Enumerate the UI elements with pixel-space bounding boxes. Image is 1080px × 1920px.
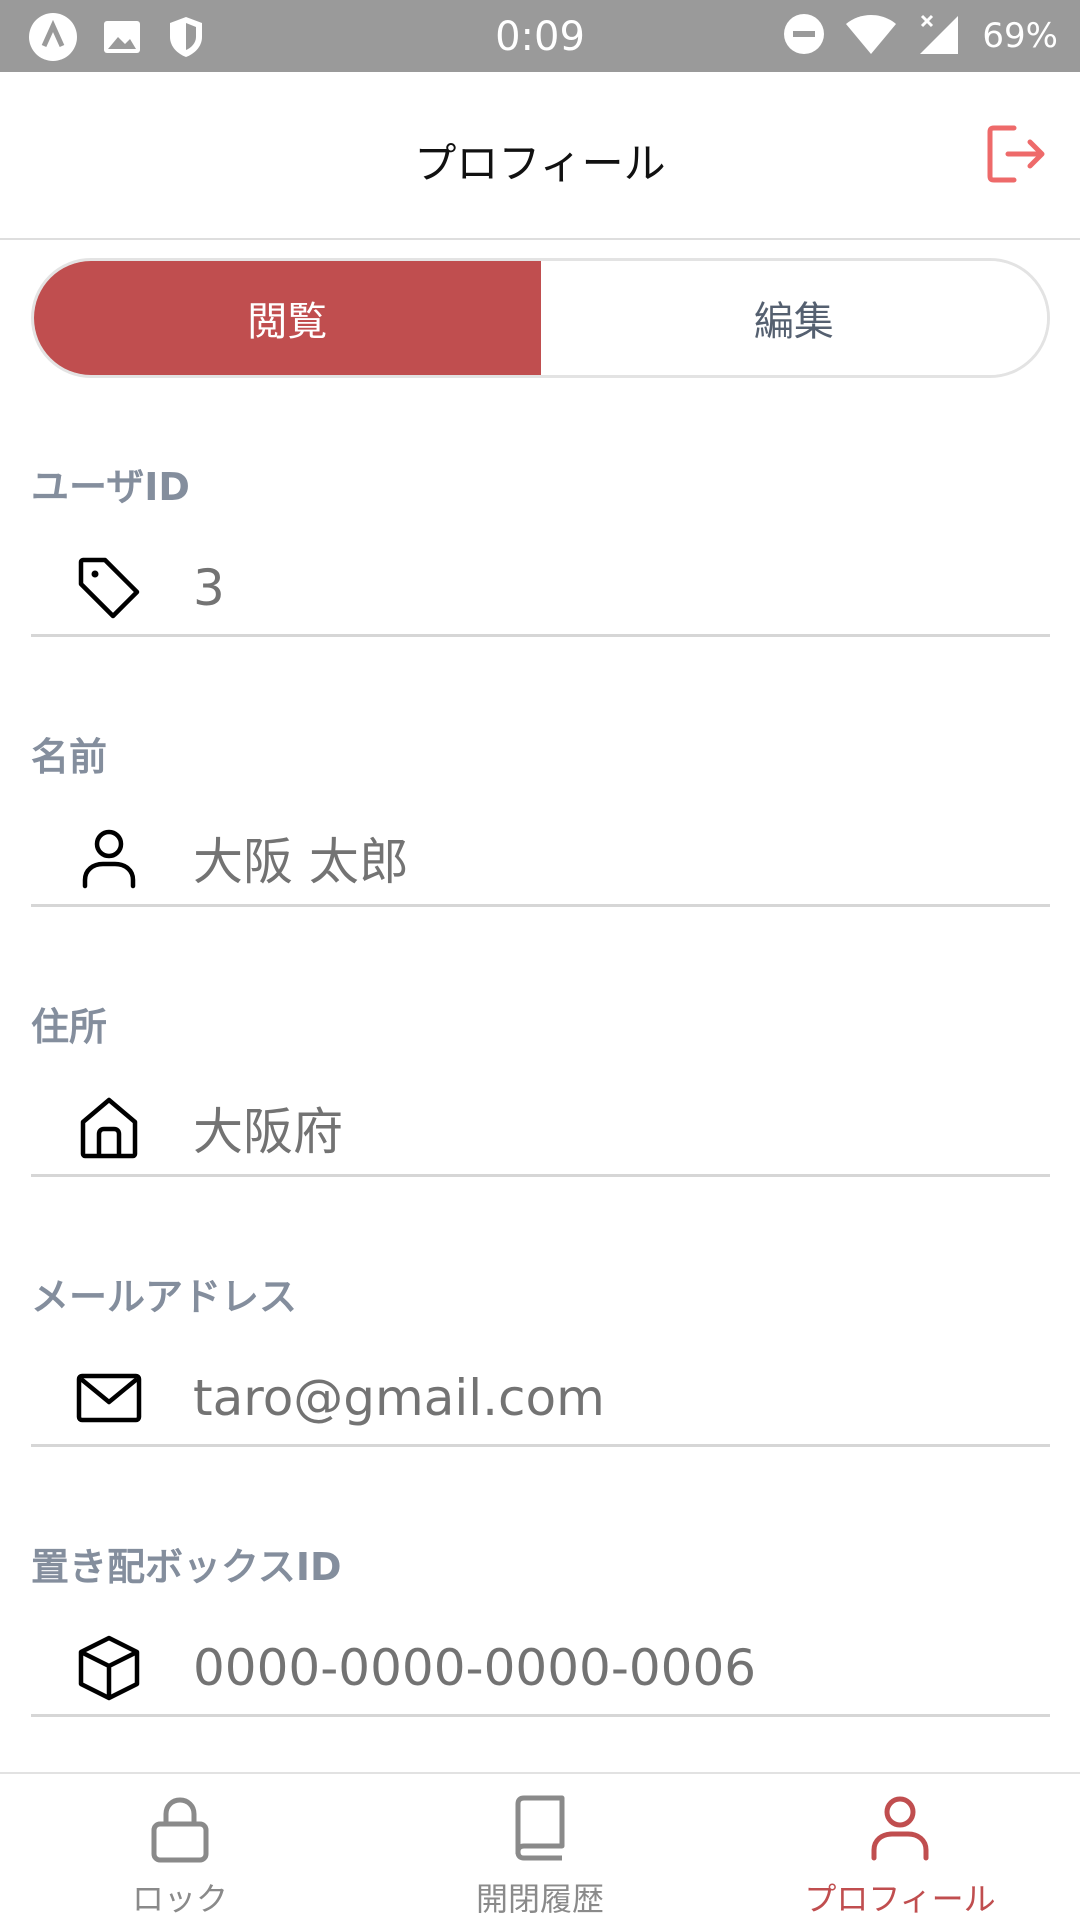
name-label: 名前 bbox=[31, 735, 108, 779]
tab-profile-label: プロフィール bbox=[804, 1880, 996, 1918]
dnd-icon bbox=[782, 12, 826, 60]
address-value: 大阪府 bbox=[193, 1103, 343, 1161]
wifi-icon bbox=[844, 12, 898, 60]
user-id-value: 3 bbox=[193, 559, 225, 617]
box-icon bbox=[75, 1634, 143, 1702]
tab-profile[interactable]: プロフィール bbox=[720, 1774, 1080, 1920]
logout-button[interactable] bbox=[984, 122, 1048, 186]
user-id-field: ユーザID 3 bbox=[31, 456, 1050, 726]
view-tab[interactable]: 閲覧 bbox=[34, 261, 541, 375]
page-title: プロフィール bbox=[414, 139, 666, 188]
user-id-label: ユーザID bbox=[31, 465, 190, 509]
tab-lock-label: ロック bbox=[131, 1880, 228, 1918]
home-icon bbox=[75, 1094, 143, 1162]
address-label: 住所 bbox=[31, 1005, 108, 1049]
signal-icon bbox=[916, 12, 960, 60]
app-header: プロフィール bbox=[0, 72, 1080, 240]
tab-history-label: 開閉履歴 bbox=[475, 1880, 604, 1918]
status-bar: 0:09 69% bbox=[0, 0, 1080, 72]
status-right-icons: 69% bbox=[782, 12, 1058, 60]
divider bbox=[31, 1174, 1050, 1177]
email-label: メールアドレス bbox=[31, 1275, 298, 1319]
divider bbox=[31, 1444, 1050, 1447]
logout-icon bbox=[987, 125, 1045, 183]
divider bbox=[31, 1714, 1050, 1717]
view-edit-toggle: 閲覧 編集 bbox=[31, 258, 1050, 378]
box-id-value: 0000-0000-0000-0006 bbox=[193, 1639, 757, 1697]
email-value: taro@gmail.com bbox=[193, 1369, 605, 1427]
tab-lock[interactable]: ロック bbox=[0, 1774, 360, 1920]
divider bbox=[31, 634, 1050, 637]
box-id-label: 置き配ボックスID bbox=[31, 1545, 342, 1589]
tab-history[interactable]: 開閉履歴 bbox=[360, 1774, 720, 1920]
lock-icon bbox=[151, 1797, 209, 1863]
book-icon bbox=[515, 1795, 565, 1861]
mail-icon bbox=[75, 1364, 143, 1432]
divider bbox=[31, 904, 1050, 907]
address-field: 住所 大阪府 bbox=[31, 996, 1050, 1266]
edit-tab[interactable]: 編集 bbox=[540, 261, 1047, 375]
name-field: 名前 大阪 太郎 bbox=[31, 726, 1050, 996]
tag-icon bbox=[75, 554, 143, 622]
email-field: メールアドレス taro@gmail.com bbox=[31, 1266, 1050, 1536]
box-id-field: 置き配ボックスID 0000-0000-0000-0006 bbox=[31, 1536, 1050, 1806]
battery-percent: 69% bbox=[982, 16, 1058, 56]
user-icon bbox=[871, 1796, 929, 1861]
name-value: 大阪 太郎 bbox=[193, 833, 409, 891]
bottom-tab-bar: ロック 開閉履歴 プロフィール bbox=[0, 1772, 1080, 1920]
user-icon bbox=[75, 824, 143, 892]
